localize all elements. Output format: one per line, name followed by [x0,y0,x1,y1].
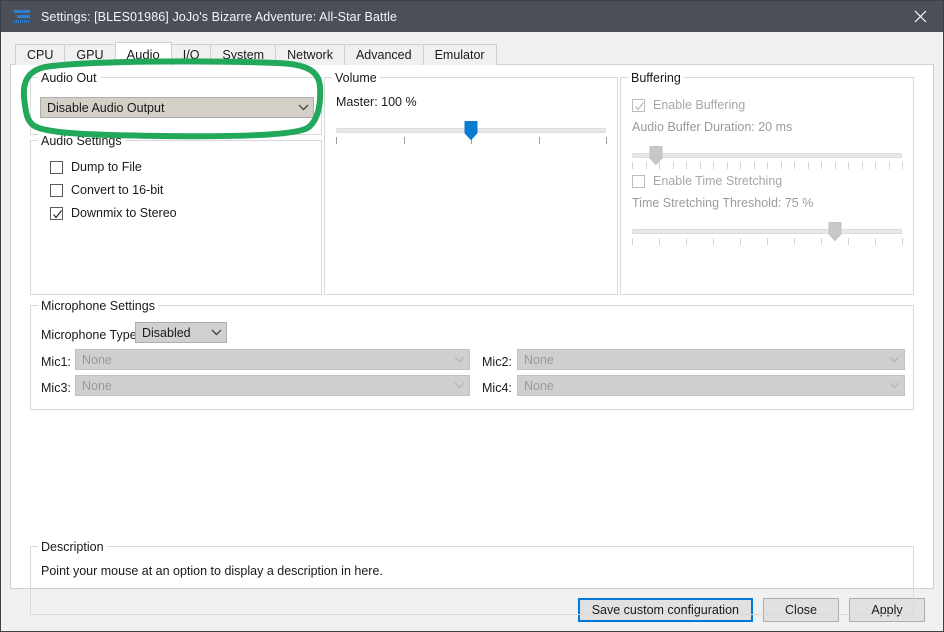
audio-buffer-duration-label: Audio Buffer Duration: 20 ms [632,120,793,134]
checkbox-label: Downmix to Stereo [71,206,177,220]
rpcs3-logo-icon [14,9,32,25]
mic2-select[interactable]: None [517,349,905,370]
settings-window: Settings: [BLES01986] JoJo's Bizarre Adv… [0,0,944,632]
chevron-down-icon [451,382,467,389]
checkbox-box [50,206,63,223]
checkbox-box [50,160,63,174]
checkbox-enable-buffering[interactable]: Enable Buffering [632,95,745,115]
audio-tab-panel: Audio Out Disable Audio Output Audio Set… [10,64,934,615]
chevron-down-icon [886,382,902,389]
checkbox-downmix-to-stereo[interactable]: Downmix to Stereo [50,203,177,223]
buffering-group: Buffering Enable Buffering Audio Buffer … [620,71,914,295]
check-icon [52,209,63,223]
volume-legend: Volume [332,71,380,85]
description-legend: Description [38,540,107,554]
audio-settings-group: Audio Settings Dump to File Convert to 1… [30,134,322,295]
checkbox-box [632,98,645,115]
slider-ticks [632,162,903,170]
checkbox-label: Enable Time Stretching [653,174,783,188]
microphone-settings-group: Microphone Settings Microphone Type: Dis… [30,299,914,410]
mic1-label: Mic1: [41,355,71,369]
tab-bar: CPU GPU Audio I/O System Network Advance… [15,42,934,66]
slider-handle[interactable] [464,121,478,140]
tab-io[interactable]: I/O [170,44,212,65]
slider-rail [632,229,902,234]
checkbox-box [50,183,63,197]
tab-audio[interactable]: Audio [114,42,172,66]
slider-rail [632,153,902,158]
chevron-down-icon [886,356,902,363]
tab-system[interactable]: System [210,44,277,65]
buffering-legend: Buffering [628,71,684,85]
microphone-type-select[interactable]: Disabled [135,322,227,343]
tab-emulator[interactable]: Emulator [422,44,497,65]
mic2-value: None [524,352,554,367]
audio-out-legend: Audio Out [38,71,100,85]
mic4-label: Mic4: [482,381,512,395]
checkbox-label: Enable Buffering [653,98,746,112]
mic4-select[interactable]: None [517,375,905,396]
close-icon[interactable] [897,1,943,32]
mic2-label: Mic2: [482,355,512,369]
audio-buffer-duration-slider[interactable] [632,145,903,171]
window-title: Settings: [BLES01986] JoJo's Bizarre Adv… [41,9,398,24]
checkbox-box [632,174,645,188]
tab-cpu[interactable]: CPU [15,44,66,65]
mic3-value: None [82,378,112,393]
mic1-value: None [82,352,112,367]
master-volume-slider[interactable] [336,120,607,146]
title-bar: Settings: [BLES01986] JoJo's Bizarre Adv… [1,1,943,32]
mic1-select[interactable]: None [75,349,470,370]
audio-settings-legend: Audio Settings [38,134,125,148]
checkbox-enable-time-stretching[interactable]: Enable Time Stretching [632,171,782,191]
audio-out-value: Disable Audio Output [47,100,165,115]
checkbox-label: Dump to File [71,160,142,174]
chevron-down-icon [451,356,467,363]
tab-gpu[interactable]: GPU [64,44,116,65]
master-volume-label: Master: 100 % [336,95,417,109]
mic4-value: None [524,378,554,393]
window-body: CPU GPU Audio I/O System Network Advance… [1,32,943,631]
slider-handle[interactable] [828,222,841,241]
audio-out-select[interactable]: Disable Audio Output [40,97,314,118]
description-text: Point your mouse at an option to display… [41,564,383,578]
checkbox-dump-to-file[interactable]: Dump to File [50,157,142,177]
slider-handle[interactable] [649,146,663,165]
mic3-label: Mic3: [41,381,71,395]
checkbox-convert-to-16-bit[interactable]: Convert to 16-bit [50,180,163,200]
check-icon [634,101,645,115]
chevron-down-icon [208,329,224,336]
time-stretching-threshold-label: Time Stretching Threshold: 75 % [632,196,814,210]
time-stretching-threshold-slider[interactable] [632,221,903,247]
description-group: Description Point your mouse at an optio… [30,540,914,615]
mic3-select[interactable]: None [75,375,470,396]
slider-ticks [632,238,903,246]
audio-out-group: Audio Out Disable Audio Output [30,71,322,135]
tab-network[interactable]: Network [275,44,345,65]
microphone-type-value: Disabled [142,325,191,340]
tab-advanced[interactable]: Advanced [343,44,424,65]
chevron-down-icon [295,104,311,111]
volume-group: Volume Master: 100 % [324,71,618,295]
microphone-settings-legend: Microphone Settings [38,299,158,313]
checkbox-label: Convert to 16-bit [71,183,164,197]
microphone-type-label: Microphone Type: [41,328,141,342]
